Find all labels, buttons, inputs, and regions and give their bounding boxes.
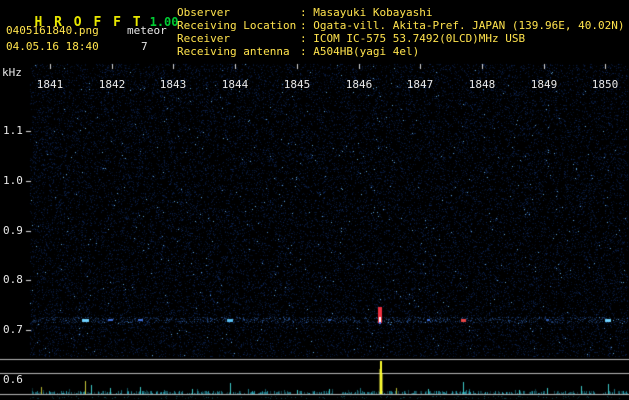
y-tick-label: 0.9 bbox=[3, 224, 23, 237]
x-tick-label: 1848 bbox=[468, 78, 496, 91]
x-tick-label: 1850 bbox=[591, 78, 619, 91]
spectrogram-canvas bbox=[0, 0, 629, 400]
x-tick-label: 1841 bbox=[36, 78, 64, 91]
x-tick-label: 1847 bbox=[406, 78, 434, 91]
x-tick-label: 1846 bbox=[345, 78, 373, 91]
y-tick-label: 1.0 bbox=[3, 174, 23, 187]
x-tick-label: 1842 bbox=[98, 78, 126, 91]
station-info-value: : Masayuki Kobayashi bbox=[300, 6, 433, 19]
station-info: Observer : Masayuki Kobayashi Receiving Lo… bbox=[177, 7, 625, 59]
station-info-label: Observer bbox=[177, 6, 230, 19]
datetime-label: 04.05.16 18:40 bbox=[6, 40, 99, 53]
y-tick-label: 1.1 bbox=[3, 124, 23, 137]
y-tick-label: 0.6 bbox=[3, 373, 23, 386]
hrofft-window: H R O F F T 1.00 0405161840.png meteor 04… bbox=[0, 0, 629, 400]
station-info-value: : Ogata-vill. Akita-Pref. JAPAN (139.96E… bbox=[300, 19, 625, 32]
echo-count: 7 bbox=[141, 40, 148, 53]
station-info-value: : A504HB(yagi 4el) bbox=[300, 45, 420, 58]
station-info-row: Receiving antenna : A504HB(yagi 4el) bbox=[177, 46, 625, 59]
y-axis-unit-label: kHz bbox=[2, 66, 22, 79]
x-tick-label: 1845 bbox=[283, 78, 311, 91]
x-tick-label: 1844 bbox=[221, 78, 249, 91]
mode-label: meteor bbox=[127, 24, 167, 37]
x-tick-label: 1849 bbox=[530, 78, 558, 91]
station-info-label: Receiving Location bbox=[177, 19, 297, 32]
station-info-label: Receiving antenna bbox=[177, 45, 290, 58]
output-filename: 0405161840.png bbox=[6, 24, 99, 37]
station-info-label: Receiver bbox=[177, 32, 230, 45]
x-tick-label: 1843 bbox=[159, 78, 187, 91]
y-tick-label: 0.7 bbox=[3, 323, 23, 336]
station-info-value: : ICOM IC-575 53.7492(0LCD)MHz USB bbox=[300, 32, 526, 45]
y-tick-label: 0.8 bbox=[3, 273, 23, 286]
